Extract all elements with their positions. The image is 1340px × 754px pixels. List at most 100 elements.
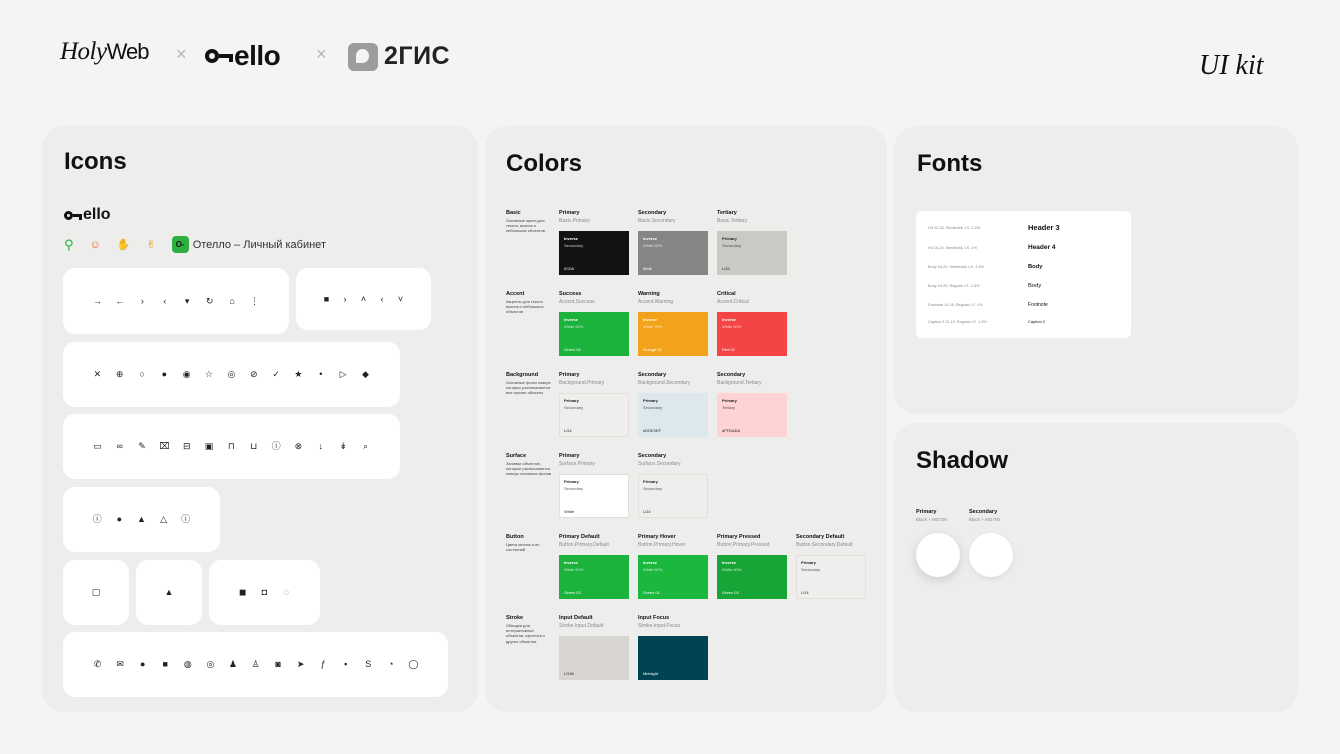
users-icon: ♟ xyxy=(228,659,237,669)
color-swatch[interactable]: Success Accent.Success Inverse White 60% Gre… xyxy=(559,291,629,356)
color-swatch[interactable]: Primary Surface.Primary Primary Secondary Wh… xyxy=(559,453,629,518)
users-alt-icon: ♙ xyxy=(251,659,260,669)
chevron-small-right-icon: › xyxy=(343,293,347,304)
swatch-label-primary: Primary xyxy=(722,236,737,241)
dot-icon: • xyxy=(319,369,323,379)
color-swatch[interactable]: Secondary Surface.Secondary Primary Seconda… xyxy=(638,453,708,518)
telegram-icon: ➤ xyxy=(296,659,305,669)
color-category-desc: Цвета кнопок и их состояний xyxy=(506,542,540,553)
color-swatch[interactable]: Secondary Background.Tertiary Primary Terti… xyxy=(717,372,787,437)
fonts-card: H3 22-28, SemiboldL LS -1.5% Header 3 H4 1… xyxy=(916,211,1131,338)
color-swatch[interactable]: Primary Hover Button.Primary.Hover Inverse… xyxy=(638,534,708,599)
otello-key-icon xyxy=(205,49,233,63)
swatch-name: Tertiary xyxy=(717,210,737,216)
swatch-box: Primary Secondary LG4 xyxy=(559,393,629,437)
font-sample: Header 3 xyxy=(1028,223,1060,232)
swatch-label-primary: Primary xyxy=(643,398,658,403)
cabinet-link[interactable]: O- Отелло – Личный кабинет xyxy=(171,236,326,253)
color-category-desc: Основные цвета для текста, иконок и небо… xyxy=(506,218,545,234)
emoji-smile-icon[interactable]: ☺ xyxy=(90,239,101,251)
color-category-title: Accent xyxy=(506,291,525,297)
vk-icon: ▪ xyxy=(344,659,348,669)
color-swatch[interactable]: Primary Default Button.Primary.Default Inv… xyxy=(559,534,629,599)
check-circle-filled-icon: ● xyxy=(161,369,168,379)
emoji-thumb-icon[interactable]: ✌ xyxy=(146,238,155,251)
image-icon: ▲ xyxy=(164,587,174,597)
color-swatch[interactable]: Primary Basic.Primary Inverse Secondary 0C0A xyxy=(559,210,629,275)
color-swatch[interactable]: Secondary Background.Secondary Primary Seco… xyxy=(638,372,708,437)
shadow-sample-secondary xyxy=(969,533,1013,577)
swatch-box: Inverse White 60% Green 02 xyxy=(559,312,629,356)
swatch-name: Secondary xyxy=(717,372,746,378)
shadow-title: Shadow xyxy=(916,447,1009,474)
swatch-box: Midnight xyxy=(638,636,708,680)
chat-icon: ■ xyxy=(162,659,168,669)
font-spec: H4 18-24, SemiboldL LS -1% xyxy=(928,245,978,250)
brand-web-text: Web xyxy=(106,39,150,64)
swatch-label-primary: Inverse xyxy=(564,236,579,241)
swatch-label-primary: Primary xyxy=(564,398,579,403)
color-swatch[interactable]: Secondary Default Button.Secondary.Defaul… xyxy=(796,534,866,599)
skype-icon: S xyxy=(365,659,372,669)
info-icon: ⓘ xyxy=(92,514,102,524)
icon-card-3: ✕ ⊕ ○ ● ◉ ☆ ◎ ⊘ ✓ ★ • ▷ ◆ xyxy=(63,342,400,407)
chevron-right-icon: › xyxy=(140,295,144,306)
swatch-label-secondary: White 60% xyxy=(564,567,584,572)
swatch-name: Success xyxy=(559,291,582,297)
color-swatch[interactable]: Primary Background.Primary Primary Secondar… xyxy=(559,372,629,437)
shadow-sample-primary xyxy=(916,533,960,577)
swatch-value: Green 03 xyxy=(722,590,739,595)
color-swatch[interactable]: Primary Pressed Button.Primary.Pressed Inv… xyxy=(717,534,787,599)
link-icon: ∞ xyxy=(116,441,123,451)
cabinet-label: Отелло – Личный кабинет xyxy=(192,238,326,251)
shadow-name: Secondary xyxy=(969,509,998,515)
swatch-label-primary: Primary xyxy=(722,398,737,403)
close-icon: ✕ xyxy=(93,369,102,379)
swatch-label-secondary: Tertiary xyxy=(722,405,736,410)
swatch-box: Inverse White 60% Green 01 xyxy=(638,555,708,599)
swatch-value: 86d6 xyxy=(643,266,652,271)
color-swatch[interactable]: Input Focus Stroke.Input.Focus Midnight xyxy=(638,615,708,680)
icon-card-7: ▲ xyxy=(136,560,202,625)
shadow-token: Black + MG700 xyxy=(916,517,947,522)
font-row: Footnote 14-18, Regular LS -1% Footnote xyxy=(928,302,1123,308)
brand-otello-text: ello xyxy=(234,40,281,71)
lock-filled-icon: ◘ xyxy=(261,587,268,597)
swatch-label-secondary: Secondary xyxy=(564,486,584,491)
color-swatch[interactable]: Input Default Stroke.Input.Default LG45 xyxy=(559,615,629,680)
color-swatch[interactable]: Warning Accent.Warning Inverse White 70% Ora… xyxy=(638,291,708,356)
colors-title: Colors xyxy=(506,150,583,177)
whatsapp-icon: ◯ xyxy=(408,659,419,669)
icon-card-6: ▢ xyxy=(63,560,129,625)
swatch-value: LG45 xyxy=(564,671,574,676)
swatch-box: Inverse White 70% Orange 01 xyxy=(638,312,708,356)
swatch-token: Basic.Tertiary xyxy=(717,218,748,224)
swatch-token: Background.Primary xyxy=(559,380,605,386)
chevron-left-icon: ‹ xyxy=(163,295,167,306)
emoji-clap-icon[interactable]: ✋ xyxy=(117,238,131,251)
brand-holyweb-logo: HolyWeb xyxy=(60,38,150,66)
color-swatch[interactable]: Secondary Basic.Secondary Inverse White 60%… xyxy=(638,210,708,275)
swatch-token: Button.Primary.Hover xyxy=(638,542,686,548)
swatch-name: Warning xyxy=(638,291,660,297)
mail-icon: ✉ xyxy=(116,659,124,669)
swatch-name: Critical xyxy=(717,291,736,297)
swatch-token: Basic.Secondary xyxy=(638,218,676,224)
bag-icon: ◼ xyxy=(239,587,247,597)
search-green-icon[interactable]: ⚲ xyxy=(64,237,74,253)
viber-icon: ◔ xyxy=(388,659,394,669)
phone-icon: ✆ xyxy=(93,659,102,669)
icon-card-4: ▭ ∞ ✎ ⌧ ⊟ ▣ ⊓ ⊔ ⓘ ⊗ ↓ ↡ ⌕ xyxy=(63,414,400,479)
emoji-row: ⚲ ☺ ✋ ✌ O- Отелло – Личный кабинет xyxy=(64,236,326,253)
times-separator: × xyxy=(176,44,187,64)
color-category: Basic Основные цвета для текста, иконок и… xyxy=(506,210,552,234)
eye-off-icon: ⊘ xyxy=(249,369,258,379)
swatch-token: Surface.Primary xyxy=(559,461,595,467)
swatch-label-secondary: White 60% xyxy=(643,567,663,572)
times-separator: × xyxy=(316,44,327,64)
swatch-value: Green 02 xyxy=(564,347,581,352)
radio-on-icon: ◉ xyxy=(182,369,191,379)
swatch-label-secondary: White 70% xyxy=(643,324,663,329)
color-swatch[interactable]: Tertiary Basic.Tertiary Primary Secondary LG… xyxy=(717,210,787,275)
color-swatch[interactable]: Critical Accent.Critical Inverse White 60% R… xyxy=(717,291,787,356)
